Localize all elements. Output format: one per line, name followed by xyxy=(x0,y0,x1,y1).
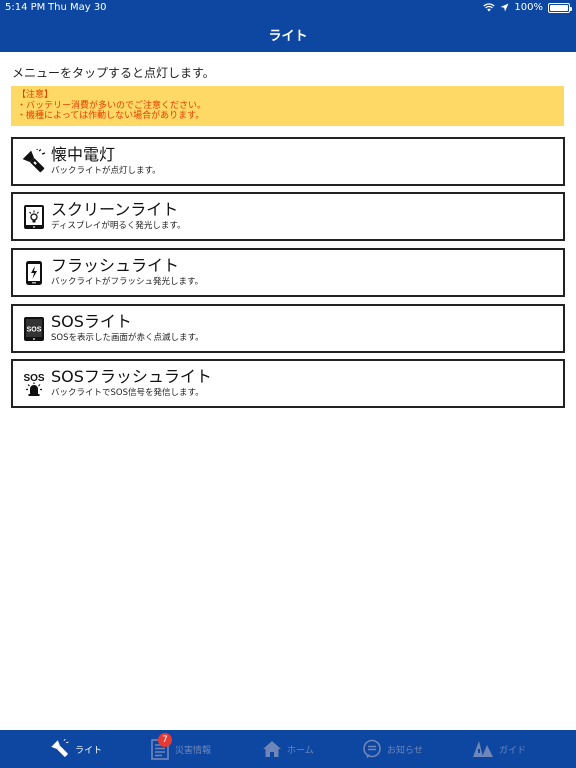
notice-line: ・機種によっては作動しない場合があります。 xyxy=(17,111,205,121)
tab-light[interactable]: ライト xyxy=(50,730,102,768)
chat-icon xyxy=(363,739,381,758)
menu-item-flash-light[interactable]: フラッシュライト バックライトがフラッシュ発光します。 xyxy=(11,248,565,297)
menu-item-desc: ディスプレイが明るく発光します。 xyxy=(51,221,186,231)
notice-line: ・バッテリー消費が多いのでご注意ください。 xyxy=(17,100,207,111)
menu-item-label: SOSライト xyxy=(51,312,132,331)
tab-disaster-info[interactable]: 災害情報 7 xyxy=(150,730,211,768)
sos-beacon-text: SOS xyxy=(23,373,44,384)
menu-item-desc: バックライトが点灯します。 xyxy=(51,166,161,176)
sos-screen-icon: SOS xyxy=(21,315,47,343)
menu-item-label: フラッシュライト xyxy=(51,256,180,275)
menu-item-desc: SOSを表示した画面が赤く点滅します。 xyxy=(51,333,204,343)
menu-item-flashlight[interactable]: 懐中電灯 バックライトが点灯します。 xyxy=(11,137,565,186)
menu-item-label: SOSフラッシュライト xyxy=(51,367,212,386)
menu-item-label: スクリーンライト xyxy=(51,200,179,219)
tab-label: お知らせ xyxy=(387,745,423,756)
home-icon xyxy=(263,741,281,757)
menu-item-desc: バックライトがフラッシュ発光します。 xyxy=(51,277,204,287)
menu-item-screen-light[interactable]: スクリーンライト ディスプレイが明るく発光します。 xyxy=(11,192,565,241)
flash-icon xyxy=(21,259,47,287)
tab-bar: ライト 災害情報 7 ホーム お知らせ ガイド xyxy=(0,730,576,768)
wifi-icon xyxy=(483,3,496,12)
status-time: 5:14 PM xyxy=(5,2,46,13)
tab-label: ホーム xyxy=(287,745,314,756)
menu-item-sos-flash-light[interactable]: SOS SOSフラッシュライト バックライトでSOS信号を発信します。 xyxy=(11,359,565,408)
tab-label: ライト xyxy=(75,745,103,756)
menu-item-sos-light[interactable]: SOS SOSライト SOSを表示した画面が赤く点滅します。 xyxy=(11,304,565,353)
notification-badge: 7 xyxy=(158,733,172,747)
status-date: Thu May 30 xyxy=(48,2,107,13)
tab-home[interactable]: ホーム xyxy=(262,730,314,768)
battery-icon xyxy=(548,2,572,13)
status-bar: 5:14 PM Thu May 30 100% xyxy=(0,0,576,16)
tab-label: 災害情報 xyxy=(175,745,212,756)
menu-item-desc: バックライトでSOS信号を発信します。 xyxy=(51,388,204,398)
notice-heading: 【注意】 xyxy=(17,90,54,100)
sos-beacon-icon: SOS xyxy=(21,370,47,398)
tab-label: ガイド xyxy=(499,745,527,756)
page-title: ライト xyxy=(268,29,308,44)
warning-notice: 【注意】 ・バッテリー消費が多いのでご注意ください。 ・機種によっては作動しない… xyxy=(11,86,564,126)
battery-percent: 100% xyxy=(514,2,543,13)
navigation-bar: 5:14 PM Thu May 30 100% ライト xyxy=(0,0,576,52)
guide-icon xyxy=(473,741,493,757)
screen-light-icon xyxy=(21,203,47,231)
instruction-text: メニューをタップすると点灯します。 xyxy=(12,66,215,80)
flashlight-icon xyxy=(21,148,47,176)
location-arrow-icon xyxy=(500,3,509,12)
tab-news[interactable]: お知らせ xyxy=(362,730,423,768)
status-right: 100% xyxy=(483,2,572,13)
flashlight-icon xyxy=(51,739,69,757)
sos-icon-text: SOS xyxy=(27,327,42,334)
tab-guide[interactable]: ガイド xyxy=(472,730,526,768)
menu-item-label: 懐中電灯 xyxy=(51,145,116,164)
